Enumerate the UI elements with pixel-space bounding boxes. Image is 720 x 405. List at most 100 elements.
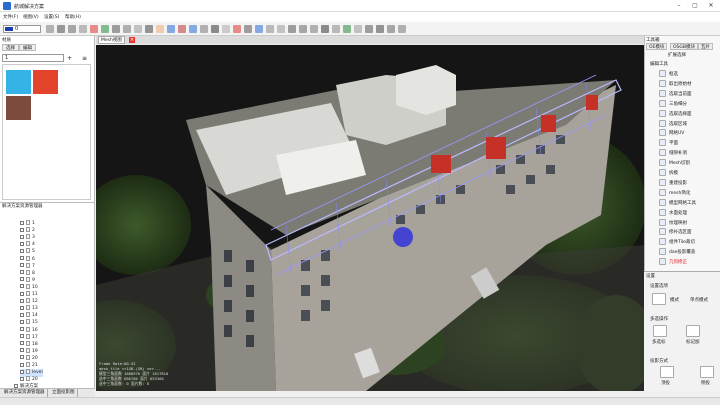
visibility-checkbox[interactable]	[20, 256, 24, 260]
toolbar-tool-icon[interactable]	[200, 25, 208, 33]
mode-value[interactable]: 单点模式	[690, 297, 708, 303]
toolbox-tool[interactable]: 模型网格工具	[659, 198, 717, 208]
toolbar-tool-icon[interactable]	[266, 25, 274, 33]
menu-settings[interactable]: 设置(S)	[44, 14, 59, 20]
visibility-checkbox[interactable]	[20, 355, 24, 360]
toolbar-tool-icon[interactable]	[376, 25, 384, 33]
toolbar-tool-icon[interactable]	[156, 25, 164, 33]
toolbar-tool-icon[interactable]	[211, 25, 219, 33]
mark-add-button[interactable]	[686, 325, 700, 337]
close-tab-icon[interactable]: ×	[129, 37, 135, 43]
toolbox-tool[interactable]: 水面处理	[659, 208, 717, 218]
menu-help[interactable]: 帮助(H)	[65, 14, 81, 20]
tab-oe-module[interactable]: OE模块	[646, 43, 668, 50]
toolbar-tool-icon[interactable]	[310, 25, 318, 33]
menu-file[interactable]: 文件(F)	[3, 14, 18, 20]
visibility-checkbox[interactable]	[20, 248, 24, 253]
toolbar-tool-icon[interactable]	[244, 25, 252, 33]
toolbox-tool[interactable]: Mesh切割	[659, 159, 717, 168]
toolbar-tool-icon[interactable]	[68, 25, 76, 33]
toolbar-tool-icon[interactable]	[222, 25, 230, 33]
visibility-checkbox[interactable]	[20, 220, 24, 225]
toolbox-tool[interactable]: 选取区域	[659, 119, 717, 129]
visibility-checkbox[interactable]	[20, 291, 24, 296]
tab-mesh-view[interactable]: Mesh视图	[98, 36, 125, 44]
toolbar-tool-icon[interactable]	[123, 25, 131, 33]
tab-elevation-projection[interactable]: 立面投影图	[50, 389, 78, 397]
visibility-checkbox[interactable]	[20, 277, 24, 282]
toolbar-tool-icon[interactable]	[145, 25, 153, 33]
toolbar-tool-icon[interactable]	[189, 25, 197, 33]
visibility-checkbox[interactable]	[20, 227, 24, 232]
toolbox-tool[interactable]: 选取当前面	[659, 89, 717, 99]
toolbar-tool-icon[interactable]	[288, 25, 296, 33]
visibility-checkbox[interactable]	[20, 263, 24, 268]
toolbar-tool-icon[interactable]	[387, 25, 395, 33]
toolbox-tool[interactable]: dae投影覆盖	[659, 248, 717, 257]
tab-select[interactable]: 选择	[2, 44, 19, 51]
visibility-checkbox[interactable]	[20, 348, 24, 353]
toolbar-tool-icon[interactable]	[167, 25, 175, 33]
visibility-checkbox[interactable]	[20, 369, 24, 374]
material-swatch-cyan[interactable]	[6, 70, 31, 94]
toolbox-tool[interactable]: 平面	[659, 139, 717, 148]
layer-select[interactable]: 0	[3, 25, 41, 33]
tab-edit[interactable]: 编辑	[19, 44, 36, 51]
toolbar-tool-icon[interactable]	[101, 25, 109, 33]
toolbox-tool[interactable]: mesh简化	[659, 188, 717, 198]
visibility-checkbox[interactable]	[20, 305, 24, 310]
expand-select-label[interactable]: 扩展选择	[668, 52, 686, 58]
visibility-checkbox[interactable]	[20, 327, 24, 331]
toolbar-tool-icon[interactable]	[299, 25, 307, 33]
toolbar-tool-icon[interactable]	[233, 25, 241, 33]
menu-view[interactable]: 视图(V)	[23, 14, 39, 20]
toolbox-tool[interactable]: 三角细分	[659, 99, 717, 109]
toolbox-tool[interactable]: 缝隙补洞	[659, 149, 717, 158]
material-swatch-red[interactable]	[33, 70, 58, 94]
tab-osgb-module[interactable]: OSGB模块	[670, 43, 698, 50]
add-material-button[interactable]: +	[67, 55, 72, 62]
toolbox-tool[interactable]: 修补选区面	[659, 228, 717, 237]
toolbox-tool[interactable]: 重建投影	[659, 178, 717, 188]
toolbar-tool-icon[interactable]	[365, 25, 373, 33]
material-select[interactable]	[2, 54, 64, 62]
toolbar-tool-icon[interactable]	[178, 25, 186, 33]
side-projection-button[interactable]	[700, 366, 714, 378]
visibility-checkbox[interactable]	[20, 334, 24, 339]
visibility-checkbox[interactable]	[20, 341, 24, 346]
toolbar-tool-icon[interactable]	[112, 25, 120, 33]
material-menu-icon[interactable]: ≡	[82, 55, 87, 62]
toolbar-tool-icon[interactable]	[255, 25, 263, 33]
toolbar-tool-icon[interactable]	[321, 25, 329, 33]
toolbar-tool-icon[interactable]	[354, 25, 362, 33]
toolbox-tool[interactable]: 选取选择面	[659, 109, 717, 119]
toolbar-tool-icon[interactable]	[79, 25, 87, 33]
top-projection-button[interactable]	[660, 366, 674, 378]
tab-tiles[interactable]: 瓦片	[698, 43, 713, 50]
toolbar-tool-icon[interactable]	[90, 25, 98, 33]
toolbar-tool-icon[interactable]	[46, 25, 54, 33]
visibility-checkbox[interactable]	[20, 241, 24, 246]
toolbox-tool[interactable]: 框选	[659, 70, 717, 79]
toolbox-tool[interactable]: 取出原始材	[659, 79, 717, 89]
multi-select-button[interactable]	[653, 325, 667, 337]
toolbar-tool-icon[interactable]	[277, 25, 285, 33]
toolbar-tool-icon[interactable]	[332, 25, 340, 33]
visibility-checkbox[interactable]	[20, 234, 24, 239]
toolbox-tool[interactable]: 纹理映射	[659, 218, 717, 228]
material-swatch-brown[interactable]	[6, 96, 31, 120]
toolbar-tool-icon[interactable]	[134, 25, 142, 33]
tab-solution-explorer[interactable]: 解决方案资源管理器	[2, 389, 48, 397]
toolbar-tool-icon[interactable]	[343, 25, 351, 33]
toolbox-tool[interactable]: 几何修正	[659, 258, 717, 267]
visibility-checkbox[interactable]	[20, 270, 24, 275]
toolbox-tool[interactable]: 拆模	[659, 169, 717, 178]
visibility-checkbox[interactable]	[20, 284, 24, 289]
minimize-icon[interactable]: –	[672, 2, 686, 10]
visibility-checkbox[interactable]	[20, 362, 24, 367]
toolbar-tool-icon[interactable]	[57, 25, 65, 33]
toolbox-tool[interactable]: 网格UV	[659, 129, 717, 138]
close-icon[interactable]: ✕	[704, 2, 718, 10]
toolbar-tool-icon[interactable]	[398, 25, 406, 33]
toolbox-tool[interactable]: 组件Tile裁切	[659, 238, 717, 247]
